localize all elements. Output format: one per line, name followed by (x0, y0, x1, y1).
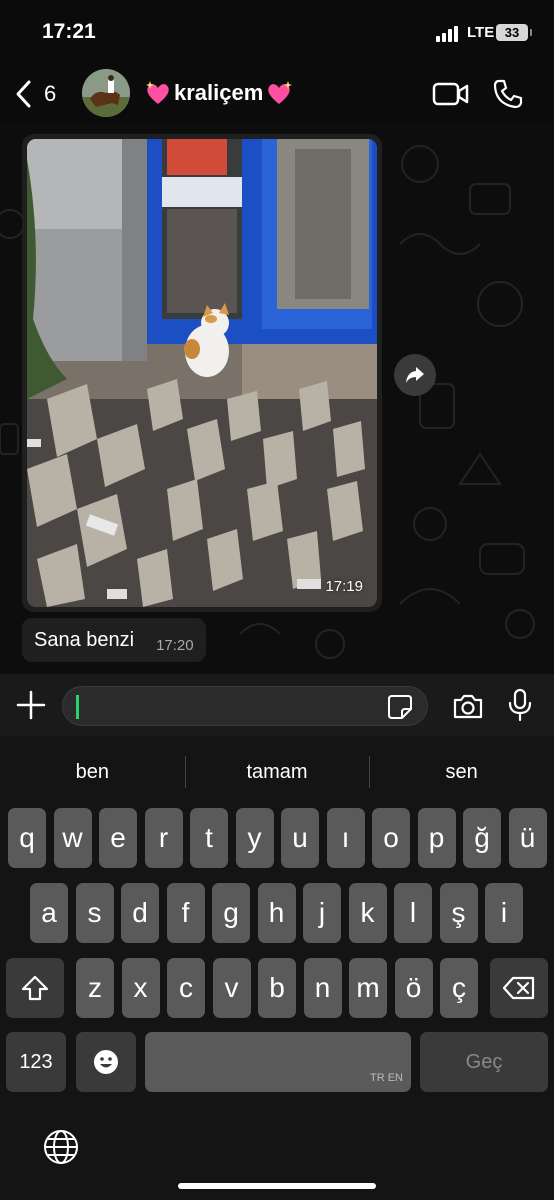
suggestion-item[interactable]: tamam (184, 750, 370, 794)
key-ö[interactable]: ö (394, 958, 433, 1018)
emoji-key[interactable] (76, 1032, 136, 1092)
signal-icon (436, 24, 462, 42)
key-t[interactable]: t (190, 808, 228, 868)
key-w[interactable]: w (53, 808, 92, 868)
key-ı[interactable]: ı (326, 808, 365, 868)
chat-header: 6 kraliçem (0, 62, 554, 124)
input-bar (0, 674, 554, 736)
key-ş[interactable]: ş (439, 883, 478, 943)
key-z[interactable]: z (76, 958, 114, 1018)
shift-icon (21, 975, 49, 1001)
phone-call-icon[interactable] (492, 78, 524, 110)
forward-button[interactable] (394, 354, 436, 396)
key-ü[interactable]: ü (508, 808, 547, 868)
key-s[interactable]: s (75, 883, 114, 943)
globe-icon[interactable] (42, 1128, 80, 1166)
key-ğ[interactable]: ğ (463, 808, 501, 868)
key-c[interactable]: c (167, 958, 205, 1018)
key-d[interactable]: d (121, 883, 159, 943)
emoji-icon (94, 1050, 118, 1074)
key-a[interactable]: a (30, 883, 68, 943)
key-b[interactable]: b (258, 958, 296, 1018)
key-o[interactable]: o (372, 808, 410, 868)
key-i[interactable]: i (485, 883, 523, 943)
key-h[interactable]: h (257, 883, 296, 943)
plus-icon[interactable] (16, 690, 46, 720)
text-message[interactable]: Sana benzi 17:20 (22, 618, 206, 662)
camera-icon[interactable] (452, 692, 484, 720)
contact-name: kraliçem (174, 80, 264, 105)
sticker-icon[interactable] (387, 694, 413, 720)
status-time: 17:21 (42, 20, 96, 43)
forward-icon (406, 367, 424, 383)
image-message[interactable]: 17:19 (22, 134, 382, 612)
key-u[interactable]: u (281, 808, 319, 868)
unread-count: 6 (44, 81, 57, 106)
keyboard: ben tamam sen qwertyuıopğü asdfghjklşi zxc… (0, 736, 554, 1200)
chevron-left-icon (16, 80, 31, 108)
chat-area[interactable]: 17:19 Sana benzi 17:20 (0, 124, 554, 674)
microphone-icon[interactable] (508, 688, 532, 722)
key-k[interactable]: k (348, 883, 387, 943)
status-bar: 17:21 LTE 33 (0, 0, 554, 62)
network-type: LTE (467, 24, 495, 41)
home-indicator (178, 1183, 376, 1189)
key-x[interactable]: x (121, 958, 160, 1018)
contact-name-group[interactable]: kraliçem (144, 80, 293, 106)
key-ç[interactable]: ç (440, 958, 478, 1018)
message-text: Sana benzi (34, 628, 135, 651)
key-g[interactable]: g (212, 883, 250, 943)
suggestion-item[interactable]: sen (369, 750, 554, 794)
key-l[interactable]: l (394, 883, 432, 943)
backspace-icon (502, 976, 535, 1000)
space-key[interactable]: TR EN (145, 1032, 411, 1092)
key-m[interactable]: m (349, 958, 387, 1018)
shift-key[interactable] (6, 958, 64, 1018)
sparkling-heart-icon (268, 81, 293, 104)
message-input[interactable] (62, 686, 428, 726)
key-p[interactable]: p (417, 808, 456, 868)
key-j[interactable]: j (303, 883, 341, 943)
sparkling-heart-icon (146, 81, 169, 104)
suggestion-bar: ben tamam sen (0, 750, 554, 794)
key-y[interactable]: y (235, 808, 274, 868)
suggestion-item[interactable]: ben (0, 750, 185, 794)
message-time: 17:19 (325, 578, 363, 595)
key-r[interactable]: r (144, 808, 183, 868)
text-cursor (76, 695, 79, 719)
avatar[interactable] (82, 69, 130, 117)
key-v[interactable]: v (212, 958, 251, 1018)
go-key[interactable]: Geç (420, 1032, 548, 1092)
backspace-key[interactable] (490, 958, 548, 1018)
back-button[interactable]: 6 (14, 78, 64, 110)
key-e[interactable]: e (99, 808, 137, 868)
key-q[interactable]: q (8, 808, 46, 868)
cat-photo[interactable]: 17:19 (27, 139, 377, 607)
message-time: 17:20 (156, 636, 194, 654)
video-call-icon[interactable] (432, 80, 470, 108)
numbers-key[interactable]: 123 (6, 1032, 66, 1092)
key-n[interactable]: n (303, 958, 342, 1018)
key-f[interactable]: f (166, 883, 205, 943)
battery-icon: 33 (496, 24, 532, 41)
